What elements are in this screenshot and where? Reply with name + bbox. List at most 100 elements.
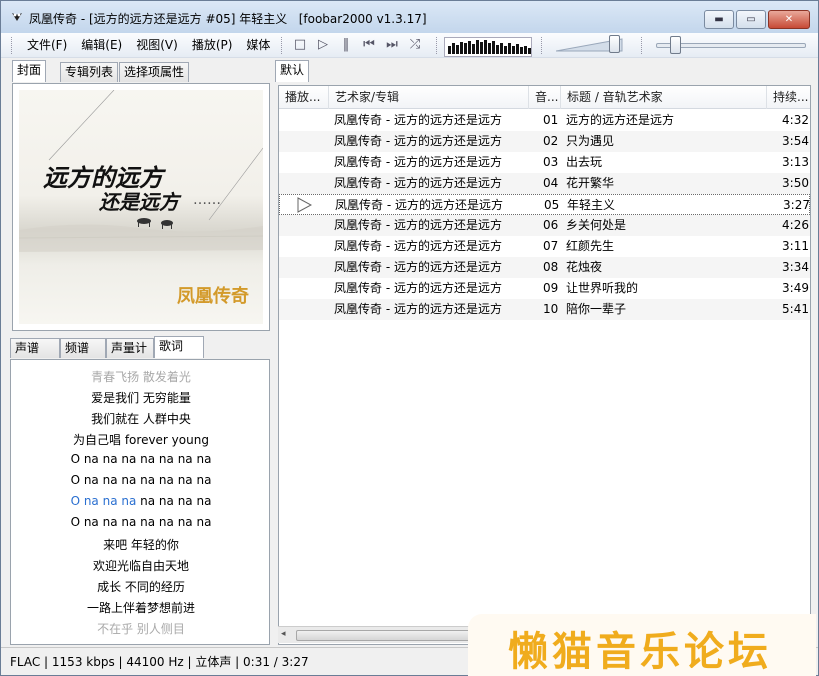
- watermark-text: 懒猫音乐论坛: [508, 628, 772, 675]
- playlist-row-now-playing[interactable]: 凤凰传奇 - 远方的远方还是远方 05 年轻主义 3:27: [279, 194, 810, 215]
- cell-artist-album: 凤凰传奇 - 远方的远方还是远方: [335, 198, 503, 212]
- prev-icon[interactable]: ⏮: [360, 36, 378, 54]
- lyric-line: 欢迎光临自由天地: [92, 559, 189, 573]
- menu-library[interactable]: 媒体: [240, 37, 278, 53]
- cell-title: 红颜先生: [566, 239, 615, 253]
- visualizer-bar: [496, 45, 499, 54]
- volume-slider-thumb[interactable]: [609, 35, 620, 53]
- cell-duration: 5:41: [782, 302, 809, 316]
- cell-track-no: 01: [543, 113, 559, 127]
- cell-duration: 3:54: [782, 134, 809, 148]
- playlist-row[interactable]: 凤凰传奇 - 远方的远方还是远方 04 花开繁华 3:50: [279, 173, 810, 194]
- tab-album-list[interactable]: 专辑列表: [60, 62, 119, 82]
- cell-artist-album: 凤凰传奇 - 远方的远方还是远方: [334, 134, 502, 148]
- playlist-view[interactable]: 播放... 艺术家/专辑 音... 标题 / 音轨艺术家 持续... 凤凰传奇 …: [278, 85, 811, 645]
- foobar-app-icon: [10, 10, 24, 24]
- lyric-line: 不在乎 别人侧目: [97, 622, 185, 636]
- close-button[interactable]: ✕: [768, 10, 810, 29]
- cell-title: 乡关何处是: [566, 218, 627, 232]
- cell-track-no: 09: [543, 281, 559, 295]
- playlist-row[interactable]: 凤凰传奇 - 远方的远方还是远方 10 陪你一辈子 5:41: [279, 299, 810, 320]
- toolbar-grip[interactable]: [11, 37, 14, 54]
- visualizer-bar: [452, 43, 455, 54]
- cell-track-no: 05: [544, 198, 560, 212]
- lyric-line: O na na na na na na na: [11, 494, 269, 508]
- tab-lyrics[interactable]: 歌词: [154, 336, 204, 358]
- cell-duration: 4:26: [782, 218, 809, 232]
- cell-duration: 3:13: [782, 155, 809, 169]
- lyrics-panel[interactable]: 青春飞扬 散发着光 爱是我们 无穷能量 我们就在 人群中央 为自己唱 forever …: [10, 359, 270, 645]
- lyric-line: 我们就在 人群中央: [91, 412, 191, 426]
- tab-playlist-default[interactable]: 默认: [275, 60, 310, 82]
- visualizer-bar: [504, 46, 507, 54]
- toolbar-grip[interactable]: [436, 37, 439, 54]
- lyric-line: O na na na na na na na: [70, 452, 212, 466]
- pause-icon[interactable]: ‖: [337, 36, 355, 54]
- visualizer-bar: [480, 42, 483, 54]
- cover-ellipsis: ……: [193, 192, 221, 208]
- playlist-row[interactable]: 凤凰传奇 - 远方的远方还是远方 02 只为遇见 3:54: [279, 131, 810, 152]
- next-icon[interactable]: ⏭: [383, 36, 401, 54]
- cell-title: 陪你一辈子: [566, 302, 627, 316]
- visualizer-bar: [508, 43, 511, 54]
- toolbar-grip[interactable]: [641, 37, 644, 54]
- cell-track-no: 04: [543, 176, 559, 190]
- menu-view[interactable]: 视图(V): [130, 37, 186, 53]
- menu-playback[interactable]: 播放(P): [186, 37, 241, 53]
- seek-slider-thumb[interactable]: [670, 36, 681, 54]
- cover-art-panel: 远方的远方 还是远方 …… 凤凰传奇: [12, 83, 270, 331]
- visualizer-bar: [456, 45, 459, 54]
- lyric-current-highlight: O na na na: [70, 494, 137, 508]
- minimize-button[interactable]: ▬: [704, 10, 734, 29]
- horses-illustration: [137, 218, 173, 229]
- column-duration[interactable]: 持续...: [767, 86, 810, 109]
- visualizer-bar: [448, 46, 451, 54]
- cell-title: 花开繁华: [566, 176, 615, 190]
- cell-track-no: 03: [543, 155, 559, 169]
- tab-spectrum[interactable]: 频谱: [60, 338, 106, 358]
- playlist-row[interactable]: 凤凰传奇 - 远方的远方还是远方 07 红颜先生 3:11: [279, 236, 810, 257]
- toolbar-grip[interactable]: [541, 37, 544, 54]
- visualizer-bar: [464, 43, 467, 54]
- visualizer-bar: [516, 44, 519, 54]
- cell-title: 让世界听我的: [566, 281, 639, 295]
- toolbar-grip[interactable]: [281, 37, 284, 54]
- column-track-no[interactable]: 音...: [529, 86, 561, 109]
- play-icon[interactable]: ▷: [314, 36, 332, 54]
- cell-title: 出去玩: [566, 155, 603, 169]
- column-playing[interactable]: 播放...: [279, 86, 329, 109]
- title-bar[interactable]: 凤凰传奇 - [远方的远方还是远方 #05] 年轻主义 [foobar2000 …: [1, 1, 818, 33]
- visualizer-bar: [484, 40, 487, 54]
- menu-file[interactable]: 文件(F): [21, 37, 75, 53]
- cell-artist-album: 凤凰传奇 - 远方的远方还是远方: [334, 176, 502, 190]
- playlist-row[interactable]: 凤凰传奇 - 远方的远方还是远方 08 花烛夜 3:34: [279, 257, 810, 278]
- lyric-current-rest: na na na na: [136, 494, 212, 508]
- stop-icon[interactable]: □: [291, 36, 309, 54]
- playlist-row[interactable]: 凤凰传奇 - 远方的远方还是远方 09 让世界听我的 3:49: [279, 278, 810, 299]
- playlist-row[interactable]: 凤凰传奇 - 远方的远方还是远方 03 出去玩 3:13: [279, 152, 810, 173]
- random-icon[interactable]: ⤮: [406, 36, 424, 54]
- lyric-line: O na na na na na na na: [70, 515, 212, 529]
- tab-spectrogram[interactable]: 声谱: [10, 338, 60, 358]
- menu-edit[interactable]: 编辑(E): [75, 37, 130, 53]
- tab-cover[interactable]: 封面: [12, 60, 47, 82]
- lyric-line: 成长 不同的经历: [97, 580, 185, 594]
- visualizer-bar: [524, 46, 527, 54]
- scroll-left-icon[interactable]: ◂: [281, 629, 286, 639]
- visualizer-bar: [468, 41, 471, 54]
- cell-track-no: 02: [543, 134, 559, 148]
- tab-vu-meter[interactable]: 声量计: [106, 338, 154, 358]
- cell-artist-album: 凤凰传奇 - 远方的远方还是远方: [334, 218, 502, 232]
- playlist-row[interactable]: 凤凰传奇 - 远方的远方还是远方 06 乡关何处是 4:26: [279, 215, 810, 236]
- column-artist-album[interactable]: 艺术家/专辑: [329, 86, 529, 109]
- visualizer-bar: [512, 46, 515, 54]
- cell-duration: 3:49: [782, 281, 809, 295]
- playlist-row[interactable]: 凤凰传奇 - 远方的远方还是远方 01 远方的远方还是远方 4:32: [279, 110, 810, 131]
- visualizer-bar: [472, 44, 475, 54]
- cell-artist-album: 凤凰传奇 - 远方的远方还是远方: [334, 239, 502, 253]
- maximize-button[interactable]: ▭: [736, 10, 766, 29]
- tab-selection-properties[interactable]: 选择项属性: [119, 62, 190, 82]
- spectrum-visualizer: [444, 37, 532, 57]
- column-title[interactable]: 标题 / 音轨艺术家: [561, 86, 767, 109]
- cell-artist-album: 凤凰传奇 - 远方的远方还是远方: [334, 113, 502, 127]
